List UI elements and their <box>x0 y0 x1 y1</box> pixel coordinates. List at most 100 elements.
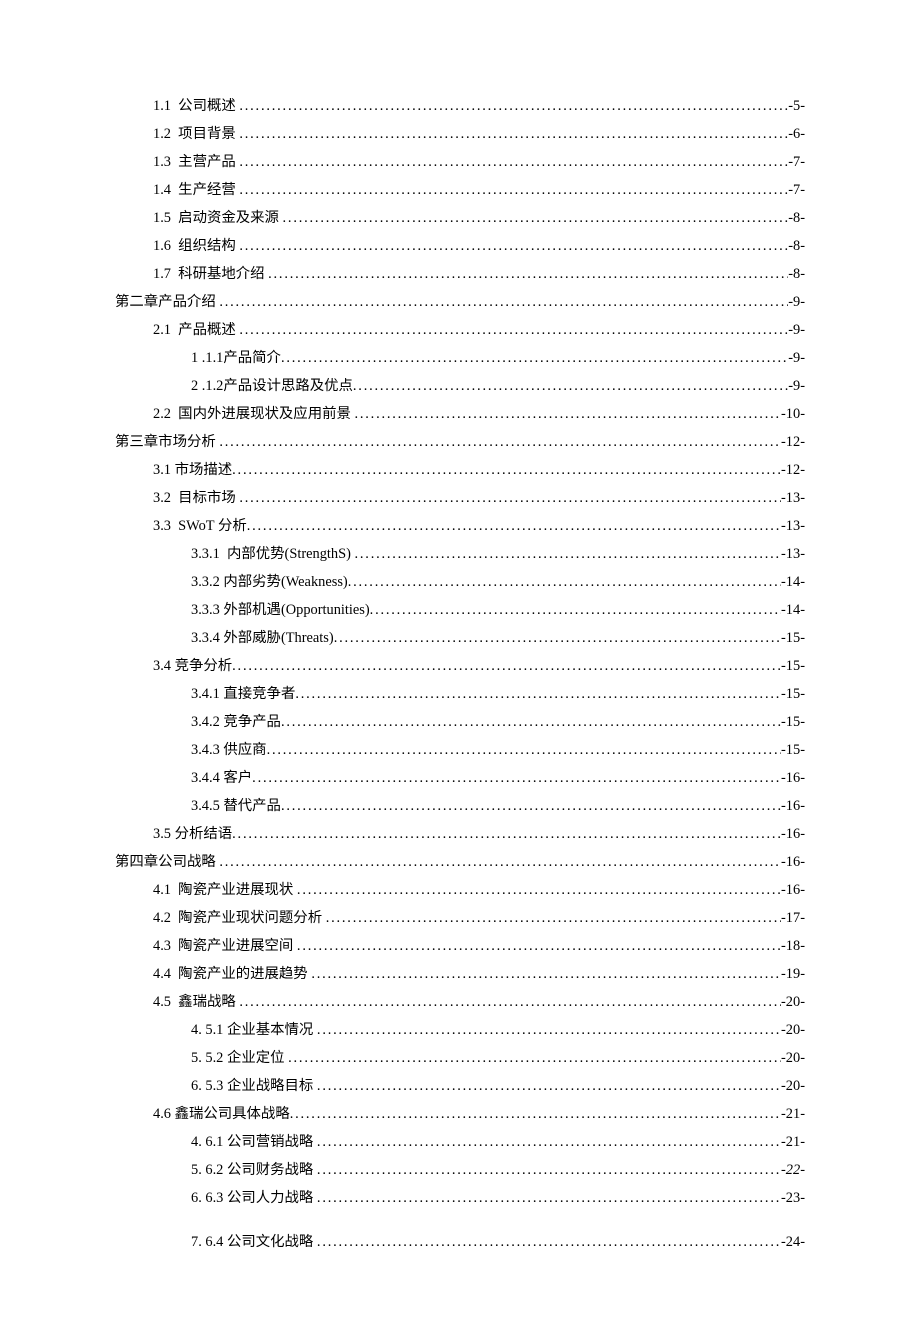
toc-page-number: -22- <box>781 1156 805 1184</box>
toc-page-number: -16- <box>781 792 805 820</box>
toc-page-number: -15- <box>781 680 805 708</box>
toc-label: 3.2 目标市场 <box>153 484 239 512</box>
toc-entry: 5. 5.2 企业定位 -20- <box>115 1044 805 1072</box>
toc-label: 5. 5.2 企业定位 <box>191 1044 288 1072</box>
toc-label: 6. 5.3 企业战略目标 <box>191 1072 317 1100</box>
toc-label: 3.3.4 外部威胁(Threats) <box>191 624 334 652</box>
toc-leader-dots <box>239 120 788 148</box>
toc-leader-dots <box>239 148 788 176</box>
toc-page-number: -16- <box>781 820 805 848</box>
toc-entry: 1.4 生产经营 -7- <box>115 176 805 204</box>
toc-entry: 3.3.4 外部威胁(Threats)-15- <box>115 624 805 652</box>
toc-leader-dots <box>283 204 789 232</box>
toc-entry: 3.1 市场描述 -12- <box>115 456 805 484</box>
toc-page-number: -19- <box>781 960 805 988</box>
toc-page-number: -13- <box>781 540 805 568</box>
toc-leader-dots <box>281 344 788 372</box>
toc-entry: 1.3 主营产品 -7- <box>115 148 805 176</box>
toc-label: 3.4.5 替代产品 <box>191 792 281 820</box>
toc-label: 2.2 国内外进展现状及应用前景 <box>153 400 354 428</box>
toc-leader-dots <box>288 1044 781 1072</box>
toc-leader-dots <box>354 400 781 428</box>
toc-label: 3.1 市场描述 <box>153 456 232 484</box>
toc-page-number: -9- <box>788 372 805 400</box>
toc-leader-dots <box>297 932 781 960</box>
toc-page-number: -8- <box>788 204 805 232</box>
toc-label: 3.4.4 客户 <box>191 764 252 792</box>
toc-page: 1.1 公司概述 -5-1.2 项目背景 -6-1.3 主营产品 -7-1.4 … <box>0 0 920 1336</box>
toc-entry: 2.2 国内外进展现状及应用前景 -10- <box>115 400 805 428</box>
toc-entry: 1.1 公司概述 -5- <box>115 92 805 120</box>
toc-entry: 第二章产品介绍 -9- <box>115 288 805 316</box>
toc-label: 1.2 项目背景 <box>153 120 239 148</box>
toc-page-number: -9- <box>788 316 805 344</box>
toc-label: 3.3.2 内部劣势(Weakness) <box>191 568 348 596</box>
toc-page-number: -9- <box>788 344 805 372</box>
toc-label: 3.3.1 内部优势(StrengthS) <box>191 540 355 568</box>
toc-entry: 4.3 陶瓷产业进展空间 -18- <box>115 932 805 960</box>
toc-leader-dots <box>317 1184 781 1212</box>
toc-entry: 6. 5.3 企业战略目标 -20- <box>115 1072 805 1100</box>
toc-leader-dots <box>326 904 781 932</box>
toc-label: 3.5 分析结语 <box>153 820 232 848</box>
toc-label: 4.1 陶瓷产业进展现状 <box>153 876 297 904</box>
toc-leader-dots <box>317 1228 781 1256</box>
toc-label: 2 .1.2产品设计思路及优点 <box>191 372 353 400</box>
toc-leader-dots <box>311 960 781 988</box>
toc-leader-dots <box>370 596 781 624</box>
toc-label: 1.4 生产经营 <box>153 176 239 204</box>
toc-label: 4.3 陶瓷产业进展空间 <box>153 932 297 960</box>
toc-page-number: -6- <box>788 120 805 148</box>
toc-entry: 2.1 产品概述 -9- <box>115 316 805 344</box>
toc-page-number: -14- <box>781 596 805 624</box>
toc-leader-dots <box>219 848 781 876</box>
toc-page-number: -8- <box>788 260 805 288</box>
toc-label: 3.3.3 外部机遇(Opportunities) <box>191 596 370 624</box>
toc-leader-dots <box>239 232 788 260</box>
toc-entry: 4. 5.1 企业基本情况 -20- <box>115 1016 805 1044</box>
toc-entry: 4.5 鑫瑞战略 -20- <box>115 988 805 1016</box>
toc-leader-dots <box>355 540 782 568</box>
toc-entry: 3.3.1 内部优势(StrengthS) -13- <box>115 540 805 568</box>
toc-label: 第三章市场分析 <box>115 428 219 456</box>
toc-entry: 4.2 陶瓷产业现状问题分析 -17- <box>115 904 805 932</box>
toc-page-number: -17- <box>781 904 805 932</box>
toc-entry: 第四章公司战略 -16- <box>115 848 805 876</box>
toc-leader-dots <box>317 1072 781 1100</box>
toc-label: 3.4.2 竞争产品 <box>191 708 281 736</box>
toc-page-number: -8- <box>788 232 805 260</box>
toc-label: 2.1 产品概述 <box>153 316 239 344</box>
toc-entry: 1 .1.1产品简介-9- <box>115 344 805 372</box>
toc-entry: 3.4.1 直接竞争者-15- <box>115 680 805 708</box>
toc-entry: 1.5 启动资金及来源 -8- <box>115 204 805 232</box>
toc-entry: 3.4.2 竞争产品-15- <box>115 708 805 736</box>
toc-page-number: -7- <box>788 148 805 176</box>
toc-entry: 3.4 竞争分析 -15- <box>115 652 805 680</box>
toc-label: 第二章产品介绍 <box>115 288 219 316</box>
toc-page-number: -20- <box>781 1044 805 1072</box>
toc-leader-dots <box>232 456 781 484</box>
toc-label: 1.6 组织结构 <box>153 232 239 260</box>
toc-entry: 3.3 SWoT 分析-13- <box>115 512 805 540</box>
toc-leader-dots <box>232 652 781 680</box>
toc-page-number: -16- <box>781 764 805 792</box>
toc-label: 3.4 竞争分析 <box>153 652 232 680</box>
toc-entry: 1.6 组织结构 -8- <box>115 232 805 260</box>
toc-leader-dots <box>317 1016 781 1044</box>
toc-entry: 3.4.5 替代产品 -16- <box>115 792 805 820</box>
toc-page-number: -21- <box>781 1128 805 1156</box>
toc-entry: 4.6 鑫瑞公司具体战略-21- <box>115 1100 805 1128</box>
toc-page-number: -16- <box>781 876 805 904</box>
toc-leader-dots <box>290 1100 781 1128</box>
toc-page-number: -14- <box>781 568 805 596</box>
toc-entry: 3.5 分析结语 -16- <box>115 820 805 848</box>
toc-leader-dots <box>267 736 781 764</box>
toc-label: 7. 6.4 公司文化战略 <box>191 1228 317 1256</box>
toc-label: 4.4 陶瓷产业的进展趋势 <box>153 960 311 988</box>
toc-label: 4.6 鑫瑞公司具体战略 <box>153 1100 290 1128</box>
toc-page-number: -15- <box>781 652 805 680</box>
toc-label: 1.1 公司概述 <box>153 92 239 120</box>
toc-page-number: -12- <box>781 456 805 484</box>
toc-page-number: -20- <box>781 1016 805 1044</box>
toc-leader-dots <box>252 764 781 792</box>
